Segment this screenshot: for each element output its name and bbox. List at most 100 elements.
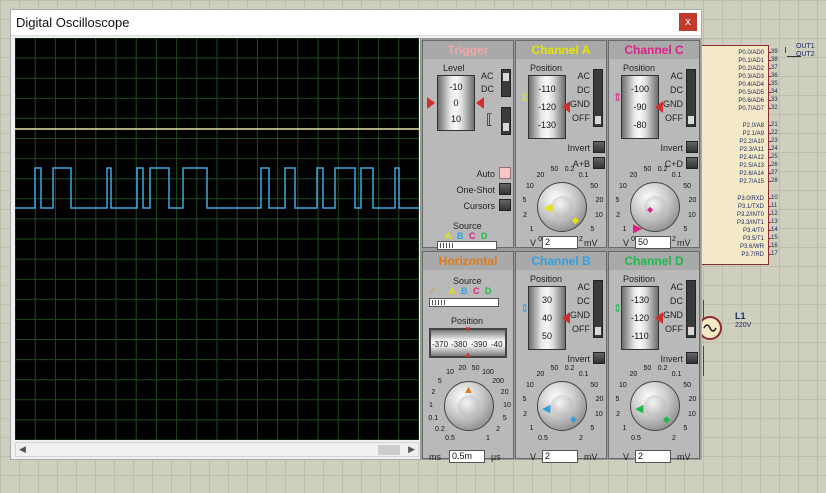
chip-pin-lead[interactable] (769, 84, 771, 85)
cursors-button[interactable] (499, 199, 511, 211)
oneshot-button[interactable] (499, 183, 511, 195)
chip-pin-lead[interactable] (769, 76, 771, 77)
knob-tick-label: 2 (523, 212, 528, 220)
title-bar[interactable]: Digital Oscilloscope x (11, 10, 701, 36)
channel-c-coupling-switch[interactable] (686, 69, 696, 127)
trigger-source-slider[interactable] (437, 241, 497, 250)
knob-tick-label: 5 (437, 377, 442, 385)
src-b: B (457, 231, 464, 241)
channel-b-position-drum[interactable]: 30 40 50 (528, 286, 566, 350)
knob-tick-label: 0.1 (671, 171, 682, 179)
chip-pin-lead[interactable] (769, 141, 771, 142)
chip-pin-lead[interactable] (769, 181, 771, 182)
chip-pin-lead[interactable] (769, 246, 771, 247)
chip-pin-lead[interactable] (769, 230, 771, 231)
trigger-arrow-icon (476, 97, 484, 109)
horizontal-scrollbar[interactable]: ◀ ▶ (15, 442, 419, 457)
chip-pin-label: P2.0/A8 (742, 123, 764, 129)
chip-pin-lead[interactable] (769, 100, 771, 101)
horizontal-source-slider[interactable] (429, 298, 499, 307)
chip-pin-lead[interactable] (769, 149, 771, 150)
channel-d-coupling-switch[interactable] (686, 280, 696, 338)
channel-d-dc: DC (670, 296, 683, 306)
horizontal-time-knob[interactable]: 0.5 0.2 0.1 1 2 5 10 20 50 100 200 20 10 5 2 1 ▲ (427, 364, 511, 448)
channel-a-tick: -130 (537, 120, 556, 130)
horizontal-source-label: Source (453, 276, 482, 286)
chip-pin-lead[interactable] (769, 222, 771, 223)
channel-a-tick: -120 (537, 102, 556, 112)
chip-pin-lead[interactable] (769, 254, 771, 255)
auto-label: Auto (476, 169, 495, 179)
chip-pin-number: 36 (771, 73, 778, 79)
auto-button[interactable] (499, 167, 511, 179)
chip-pin-label: P0.3/AD3 (738, 74, 764, 80)
knob-tick-label: 20 (629, 370, 638, 378)
channel-c-knob-pointer-icon: ▶ (633, 221, 643, 235)
channel-c-value-field[interactable]: 50 (635, 236, 671, 249)
scroll-thumb[interactable] (378, 445, 400, 455)
channel-a-ac: AC (577, 71, 590, 81)
scope-display[interactable] (14, 37, 420, 441)
chip-pin-lead[interactable] (769, 206, 771, 207)
cursors-label: Cursors (463, 201, 495, 211)
trigger-edge-switch[interactable] (501, 107, 511, 135)
channel-a-coupling-switch[interactable] (593, 69, 603, 127)
channel-d-invert-button[interactable] (686, 352, 698, 364)
channel-a-position-drum[interactable]: -110 -120 -130 (528, 75, 566, 139)
channel-d-volts-knob[interactable]: 0.5 1 2 5 10 20 50 0.2 0.1 50 20 10 5 2 ◀ ◆ (613, 364, 697, 448)
channel-a-invert-button[interactable] (593, 141, 605, 153)
chip-pin-lead[interactable] (769, 238, 771, 239)
knob-tick-label: 5 (683, 225, 688, 233)
chip-pin-label: P0.0/AD0 (738, 50, 764, 56)
chip-pin-number: 21 (771, 122, 778, 128)
knob-tick-label: 20 (536, 171, 545, 179)
horizontal-position-drum[interactable]: -370 -380 -390 -40 ▼ ▲ (429, 325, 507, 359)
channel-b-updown-icon: ⇕ (520, 303, 530, 315)
channel-b-value-field[interactable]: 2 (542, 450, 578, 463)
chip-pin-lead[interactable] (769, 214, 771, 215)
chip-pin-lead[interactable] (769, 165, 771, 166)
chip-pin-number: 24 (771, 146, 778, 152)
h-tick: -380 (451, 340, 468, 349)
chip-pin-lead[interactable] (769, 52, 771, 53)
chip-pin-number: 39 (771, 49, 778, 55)
channel-b-dc: DC (577, 296, 590, 306)
channel-d-section: Channel D Position -130 -120 -110 ⇕ AC D… (608, 251, 700, 463)
trigger-tick: -10 (449, 82, 463, 92)
channel-b-off: OFF (572, 324, 590, 334)
chip-pin-lead[interactable] (769, 68, 771, 69)
channel-b-volts-knob[interactable]: 0.5 1 2 5 10 20 50 0.2 0.1 50 20 10 5 2 ◀ ◆ (520, 364, 604, 448)
chip-pin-lead[interactable] (769, 133, 771, 134)
channel-d-unit-v: V (623, 452, 630, 462)
chip-pin-label: P2.3/A11 (739, 147, 764, 153)
channel-c-invert-label: Invert (660, 143, 683, 153)
knob-tick-label: 20 (595, 395, 604, 403)
knob-tick-label: 10 (618, 381, 627, 389)
scroll-right-icon[interactable]: ▶ (408, 444, 415, 455)
channel-a-value-field[interactable]: 2 (542, 236, 578, 249)
chip-pin-lead[interactable] (769, 198, 771, 199)
chip-pin-lead[interactable] (769, 108, 771, 109)
channel-b-invert-button[interactable] (593, 352, 605, 364)
chip-pin-label: P3.2/INT0 (736, 212, 764, 218)
microcontroller-chip[interactable]: P0.0/AD0 P0.1/AD1 P0.2/AD2 P0.3/AD3 P0.4/AD4… (700, 45, 769, 265)
channel-d-value-field[interactable]: 2 (635, 450, 671, 463)
trigger-level-drum[interactable]: -10 0 10 (437, 75, 475, 131)
scroll-left-icon[interactable]: ◀ (19, 444, 26, 455)
channel-c-invert-button[interactable] (686, 141, 698, 153)
chip-pin-label: P2.5/A13 (739, 163, 764, 169)
chip-pin-lead[interactable] (769, 92, 771, 93)
channel-b-coupling-switch[interactable] (593, 280, 603, 338)
hsrc-c: C (473, 286, 480, 296)
chip-pin-label: P2.7/A15 (739, 179, 764, 185)
knob-tick-label: 0.2 (564, 165, 575, 173)
channel-c-position-drum[interactable]: -100 -90 -80 (621, 75, 659, 139)
chip-pin-lead[interactable] (769, 125, 771, 126)
chip-pin-lead[interactable] (769, 157, 771, 158)
close-button[interactable]: x (679, 13, 697, 31)
horizontal-value-field[interactable]: 0.5m (449, 450, 485, 463)
channel-d-position-drum[interactable]: -130 -120 -110 (621, 286, 659, 350)
trigger-coupling-switch[interactable] (501, 69, 511, 97)
chip-pin-lead[interactable] (769, 173, 771, 174)
chip-pin-lead[interactable] (769, 60, 771, 61)
